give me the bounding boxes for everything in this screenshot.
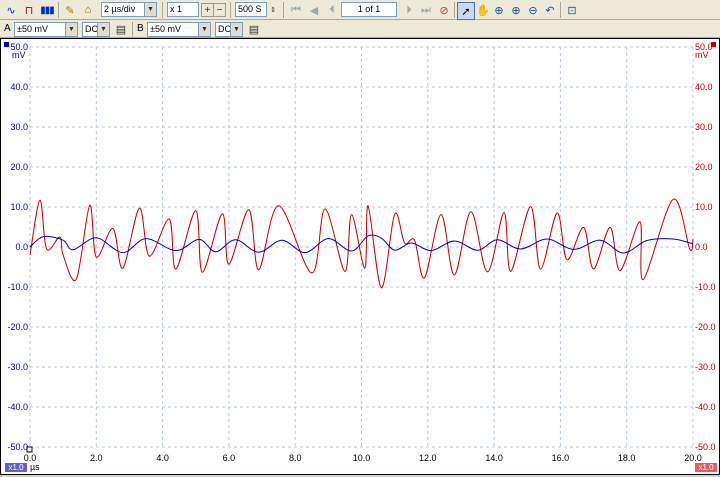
y-tick-label-left: 20.0	[10, 162, 28, 172]
scope-mode-icon[interactable]: ∿	[3, 2, 19, 18]
zoom-value: x 1	[170, 4, 183, 14]
separator	[283, 2, 284, 18]
y-tick-label-right: -20.0	[695, 322, 716, 332]
zoom-in-alt-icon[interactable]: ⊕	[508, 2, 524, 18]
persistence-mode-icon[interactable]: ⊓	[21, 2, 37, 18]
x-tick-label: 4.0	[156, 453, 169, 463]
x-tick-label: 2.0	[90, 453, 103, 463]
y-tick-label-right: 10.0	[695, 202, 713, 212]
x-tick-label: 14.0	[485, 453, 503, 463]
scope-plot: 50.0 50.040.0 40.030.0 30.020.0 20.010.0 10.0…	[4, 42, 717, 472]
chevron-down-icon[interactable]: ▼	[144, 3, 156, 16]
undo-zoom-icon[interactable]: ↶	[542, 2, 558, 18]
page-indicator: 1 of 1	[341, 2, 397, 17]
separator	[162, 2, 163, 18]
prev-page-icon[interactable]: ◀	[306, 2, 322, 18]
left-axis-unit: mV	[12, 50, 26, 60]
chevron-down-icon[interactable]: ▼	[230, 23, 242, 36]
zoom-select[interactable]: x 1	[167, 2, 199, 17]
main-toolbar: ∿ ⊓ ▮▮▮ ✎ ⌂ 2 µs/div ▼ x 1 + − 500 S ⇕ ⏮…	[0, 0, 720, 20]
x-tick-label: 16.0	[552, 453, 570, 463]
channel-a-options-icon[interactable]: ▤	[113, 21, 129, 37]
left-scale-badge-text: x1.0	[8, 463, 24, 472]
y-tick-label-right: 20.0	[695, 162, 713, 172]
y-tick-label-left: 40.0	[10, 82, 28, 92]
right-axis-unit: mV	[695, 50, 709, 60]
first-page-icon[interactable]: ⏮	[288, 2, 304, 18]
channel-a-label: A	[4, 23, 11, 34]
last-page-icon[interactable]: ⏭	[418, 2, 434, 18]
x-tick-label: 8.0	[289, 453, 302, 463]
home-icon[interactable]: ⌂	[80, 2, 96, 18]
separator	[560, 2, 561, 18]
x-tick-label: 12.0	[419, 453, 437, 463]
chevron-down-icon[interactable]: ▼	[198, 23, 210, 36]
hand-icon[interactable]: ✋	[475, 2, 491, 18]
x-axis-unit: µs	[30, 462, 40, 472]
zoom-minus-icon[interactable]: −	[213, 3, 226, 17]
y-tick-label-right: 30.0	[695, 122, 713, 132]
zoom-in-icon[interactable]: ⊕	[491, 2, 507, 18]
y-tick-label-left: 30.0	[10, 122, 28, 132]
next-step-icon[interactable]: ⏵	[401, 2, 417, 18]
probe-icon[interactable]: ✎	[62, 2, 78, 18]
chevron-down-icon[interactable]: ▼	[97, 23, 109, 36]
stop-icon[interactable]: ⊘	[436, 2, 452, 18]
y-tick-label-left: -10.0	[7, 282, 28, 292]
timebase-select[interactable]: 2 µs/div ▼	[101, 2, 157, 17]
channel-a-coupling-select[interactable]: DC ▼	[82, 22, 110, 37]
channel-toolbar: A ±50 mV ▼ DC ▼ ▤ B ±50 mV ▼ DC ▼ ▤	[0, 20, 720, 38]
channel-b-range-select[interactable]: ±50 mV ▼	[147, 22, 211, 37]
separator	[58, 2, 59, 18]
y-tick-label-right: -10.0	[695, 282, 716, 292]
page-indicator-text: 1 of 1	[357, 4, 381, 14]
separator	[132, 22, 133, 38]
channel-b-label: B	[137, 23, 144, 34]
channel-a-range: ±50 mV	[17, 24, 48, 34]
separator	[230, 2, 231, 18]
x-tick-label: 10.0	[353, 453, 371, 463]
scope-view[interactable]: 50.0 50.0 40.0 40.0 30.0 30.0 20.0 20.0 10.0 10.0…	[0, 38, 720, 475]
y-tick-label-left: -20.0	[7, 322, 28, 332]
separator	[454, 2, 455, 18]
channel-b-coupling-select[interactable]: DC ▼	[215, 22, 243, 37]
channel-b-options-icon[interactable]: ▤	[246, 21, 262, 37]
channel-b-range: ±50 mV	[150, 24, 181, 34]
y-tick-label-right: -30.0	[695, 362, 716, 372]
channel-b-marker	[711, 42, 716, 47]
zoom-fit-icon[interactable]: ⊡	[564, 2, 580, 18]
x-tick-label: 6.0	[223, 453, 236, 463]
y-tick-label-left: 10.0	[10, 202, 28, 212]
y-tick-label-left: 0.0	[15, 242, 28, 252]
channel-a-marker	[4, 42, 9, 47]
right-scale-badge-text: x1.0	[698, 463, 714, 472]
x-tick-label: 18.0	[618, 453, 636, 463]
y-tick-label-left: -40.0	[7, 402, 28, 412]
y-tick-label-left: -30.0	[7, 362, 28, 372]
prev-step-icon[interactable]: ⏴	[324, 2, 340, 18]
y-tick-label-left: -50.0	[7, 442, 28, 452]
pointer-icon[interactable]: ➚	[457, 2, 475, 20]
y-tick-label-right: -50.0	[695, 442, 716, 452]
samples-input[interactable]: 500 S	[235, 2, 267, 17]
samples-spinner-icon[interactable]: ⇕	[268, 2, 278, 18]
chevron-down-icon[interactable]: ▼	[65, 23, 77, 36]
spectrum-mode-icon[interactable]: ▮▮▮	[39, 2, 55, 18]
samples-value: 500 S	[238, 4, 262, 14]
y-tick-label-right: 0.0	[695, 242, 708, 252]
y-tick-label-right: 40.0	[695, 82, 713, 92]
x-tick-label: 20.0	[684, 453, 702, 463]
zoom-out-icon[interactable]: ⊖	[525, 2, 541, 18]
channel-a-range-select[interactable]: ±50 mV ▼	[14, 22, 78, 37]
y-tick-label-right: -40.0	[695, 402, 716, 412]
timebase-value: 2 µs/div	[104, 4, 136, 14]
